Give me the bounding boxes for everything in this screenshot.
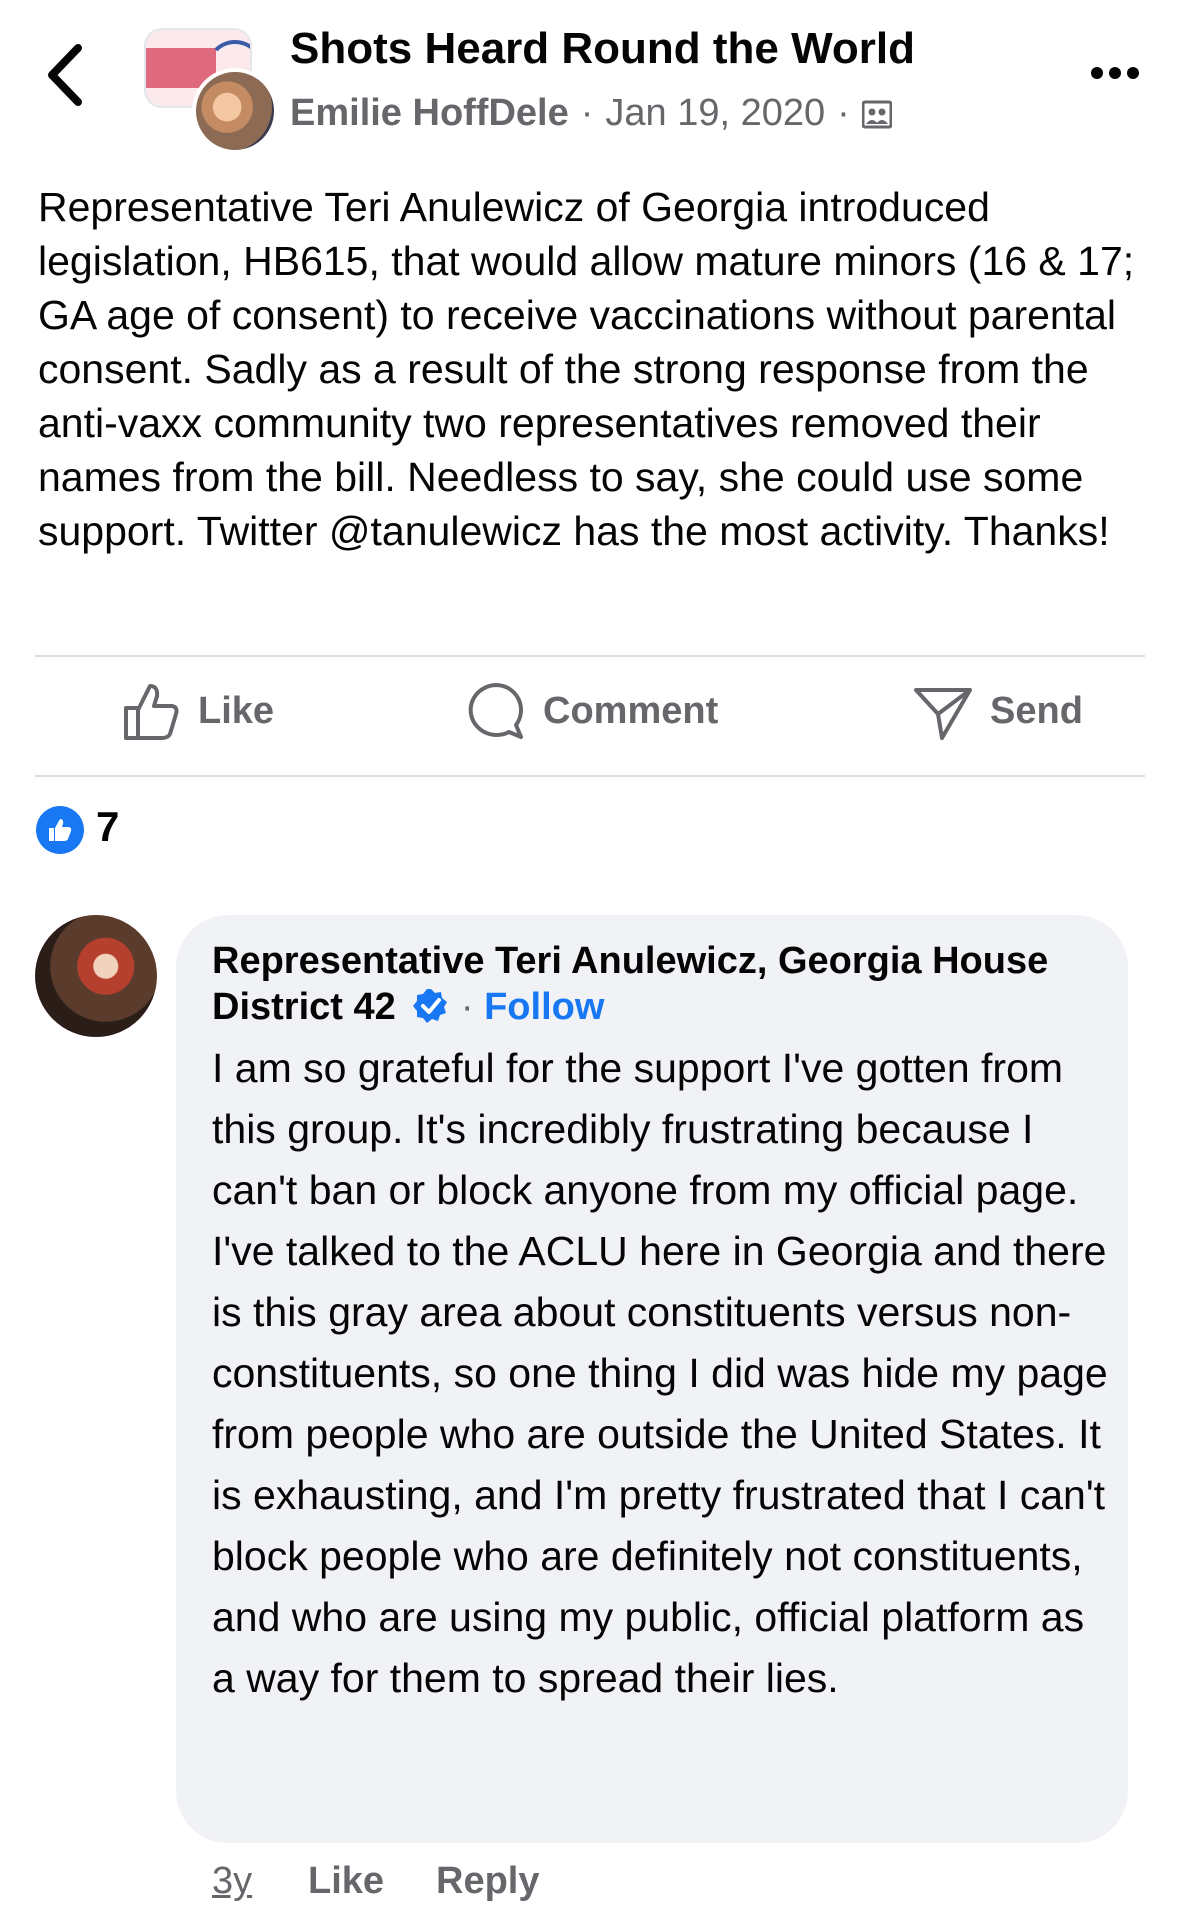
ellipsis-icon <box>1091 67 1139 79</box>
post-text: Representative Teri Anulewicz of Georgia… <box>38 184 1135 554</box>
group-members-icon <box>861 100 892 128</box>
send-icon <box>914 688 972 740</box>
divider <box>35 775 1145 777</box>
reactions-summary[interactable] <box>36 806 84 854</box>
like-label: Like <box>198 689 275 732</box>
follow-separator: · <box>460 986 474 1028</box>
comment-like-button[interactable]: Like <box>308 1860 384 1903</box>
comment-text: I am so grateful for the support I've go… <box>212 1045 1108 1701</box>
reaction-count[interactable]: 7 <box>96 803 119 851</box>
post-date[interactable]: Jan 19, 2020 <box>605 92 825 135</box>
more-options-button[interactable] <box>1085 58 1145 88</box>
commenter-avatar[interactable] <box>35 915 157 1037</box>
author-name[interactable]: Emilie HoffDele <box>290 92 569 135</box>
comment-button[interactable]: Comment <box>465 678 718 744</box>
like-button[interactable]: Like <box>120 678 274 744</box>
group-title[interactable]: Shots Heard Round the World <box>290 24 915 74</box>
follow-button[interactable]: Follow <box>484 986 604 1028</box>
chevron-left-icon <box>48 44 82 106</box>
verified-badge-icon <box>413 989 448 1023</box>
meta-separator: · <box>837 92 850 134</box>
send-button[interactable]: Send <box>912 678 1083 744</box>
send-label: Send <box>990 689 1083 732</box>
speech-bubble-icon <box>468 683 523 739</box>
commenter-header: Representative Teri Anulewicz, Georgia H… <box>212 938 1112 1030</box>
author-avatar[interactable] <box>192 68 278 154</box>
post-meta: Emilie HoffDele · Jan 19, 2020 · <box>290 92 892 135</box>
comment-reply-button[interactable]: Reply <box>436 1860 539 1903</box>
thumbs-up-icon <box>49 819 72 841</box>
meta-separator: · <box>580 92 594 134</box>
back-button[interactable] <box>40 40 100 110</box>
group-avatar[interactable] <box>144 28 278 154</box>
comment-timestamp[interactable]: 3y <box>212 1860 252 1903</box>
divider <box>35 655 1145 657</box>
thumbs-up-icon <box>124 684 179 740</box>
commenter-name[interactable]: Representative Teri Anulewicz, Georgia H… <box>212 940 1048 1028</box>
comment-label: Comment <box>543 689 719 732</box>
